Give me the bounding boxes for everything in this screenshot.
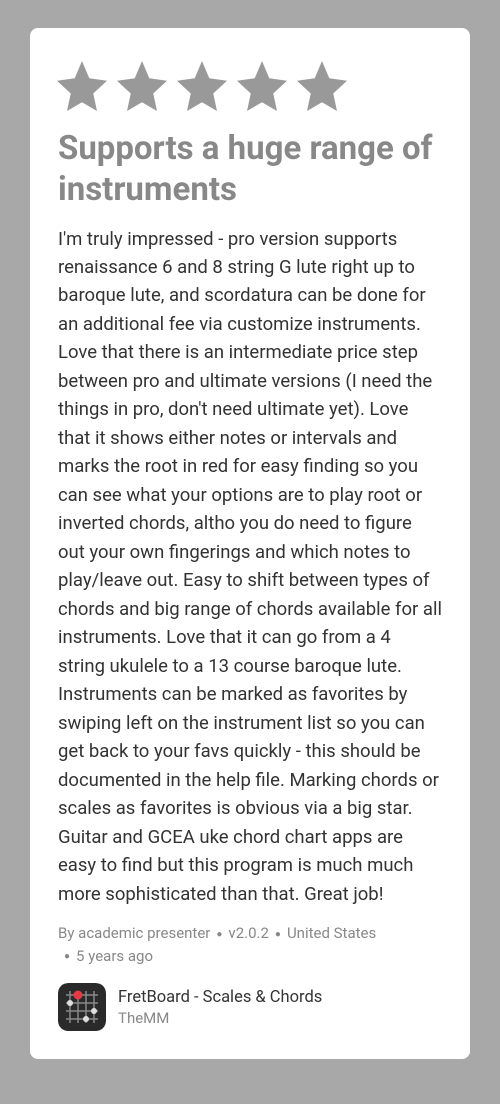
author-prefix: By	[58, 924, 78, 942]
review-author: academic presenter	[78, 924, 210, 942]
meta-separator: ●	[269, 929, 287, 940]
review-meta: By academic presenter●v2.0.2●United Stat…	[58, 922, 442, 967]
app-details: FretBoard - Scales & Chords TheMM	[118, 988, 322, 1027]
meta-separator: ●	[58, 951, 76, 962]
star-icon	[292, 56, 352, 116]
app-icon	[58, 983, 106, 1031]
review-version: v2.0.2	[228, 924, 268, 942]
star-icon	[232, 56, 292, 116]
star-icon	[172, 56, 232, 116]
review-title: Supports a huge range of instruments	[58, 128, 442, 211]
review-card: Supports a huge range of instruments I'm…	[30, 28, 470, 1059]
app-info: FretBoard - Scales & Chords TheMM	[58, 983, 442, 1031]
review-body: I'm truly impressed - pro version suppor…	[58, 225, 442, 909]
meta-separator: ●	[210, 929, 228, 940]
star-icon	[112, 56, 172, 116]
review-age: 5 years ago	[76, 947, 153, 965]
rating-stars	[52, 56, 442, 116]
app-publisher: TheMM	[118, 1009, 322, 1027]
review-country: United States	[287, 924, 376, 942]
star-icon	[52, 56, 112, 116]
app-name: FretBoard - Scales & Chords	[118, 988, 322, 1007]
